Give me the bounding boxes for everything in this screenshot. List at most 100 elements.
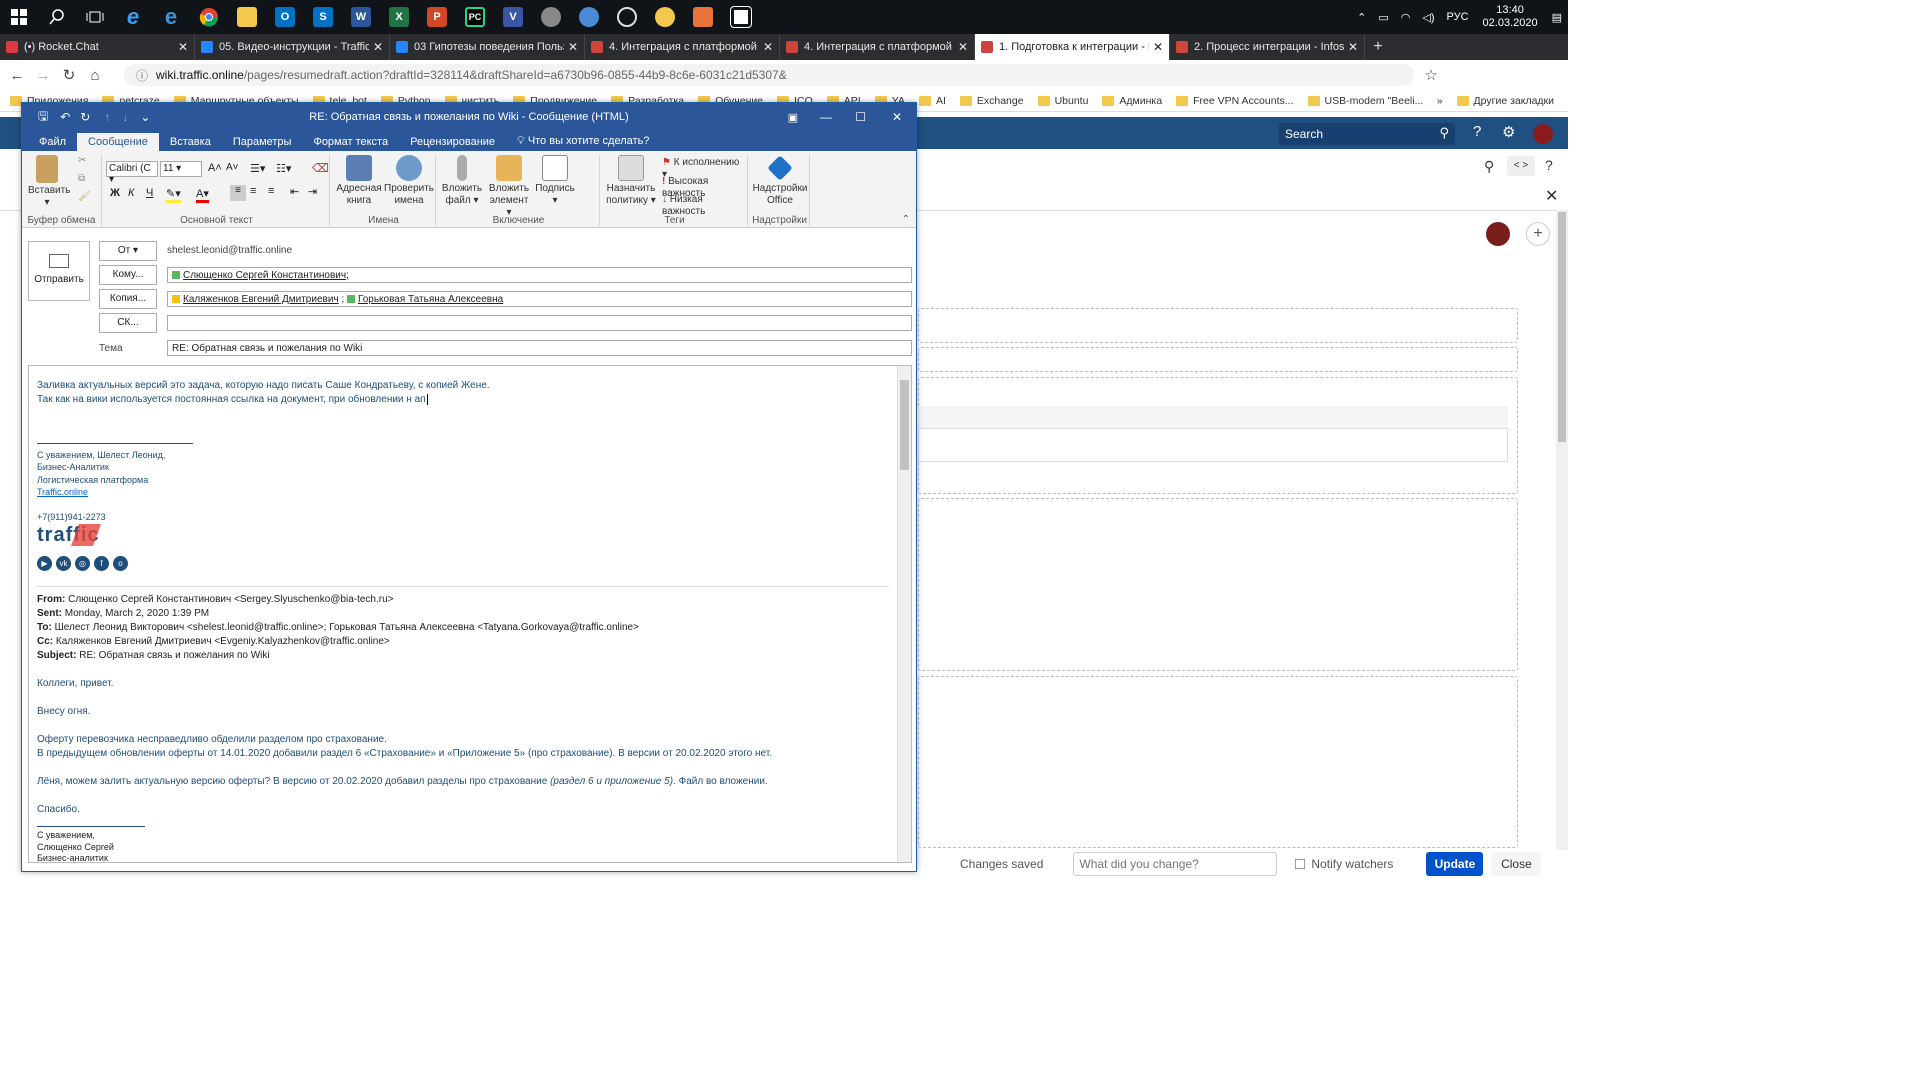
tab-close-icon[interactable]: ✕ — [178, 40, 188, 54]
vk-icon[interactable]: vk — [56, 556, 71, 571]
tab-close-icon[interactable]: ✕ — [373, 40, 383, 54]
from-button[interactable]: От ▾ — [99, 241, 157, 261]
chrome-icon[interactable] — [190, 0, 228, 34]
browser-tab[interactable]: 03 Гипотезы поведения Пользо ✕ — [390, 34, 585, 60]
maximize-icon[interactable]: ☐ — [855, 110, 866, 124]
word-icon[interactable]: W — [342, 0, 380, 34]
clock[interactable]: 13:40 02.03.2020 — [1483, 4, 1538, 30]
assign-policy-button[interactable]: Назначить политику ▾ — [604, 155, 658, 207]
cc-recipient[interactable]: Горьковая Татьяна Алексеевна — [358, 294, 503, 305]
new-tab-icon[interactable]: + — [1365, 34, 1391, 60]
add-collaborator-icon[interactable]: + — [1526, 222, 1550, 246]
to-recipient[interactable]: Слющенко Сергей Константинович; — [183, 270, 349, 281]
bookmark-item[interactable]: AI — [918, 95, 946, 107]
address-book-button[interactable]: Адресная книга — [336, 155, 382, 207]
body-scrollbar[interactable] — [897, 366, 911, 862]
tool-icon[interactable] — [532, 0, 570, 34]
italic-icon[interactable]: К — [128, 187, 134, 199]
attach-file-button[interactable]: Вложить файл ▾ — [440, 155, 484, 207]
undo-icon[interactable]: ↶ — [60, 110, 70, 124]
facebook-icon[interactable]: f — [94, 556, 109, 571]
search-icon[interactable] — [38, 0, 76, 34]
ribbon-tab[interactable]: Сообщение — [77, 133, 159, 151]
ribbon-tab[interactable]: Параметры — [222, 133, 303, 151]
bookmark-item[interactable]: Exchange — [959, 95, 1024, 107]
paste-button[interactable]: Вставить ▾ — [28, 155, 70, 209]
obs-icon[interactable] — [608, 0, 646, 34]
bcc-button[interactable]: СК... — [99, 313, 157, 333]
editor-search-icon[interactable]: ⚲ — [1484, 158, 1494, 175]
signature-link[interactable]: Traffic.online — [37, 487, 88, 497]
underline-icon[interactable]: Ч — [146, 187, 153, 199]
wiki-search-input[interactable]: Search ⚲ — [1279, 123, 1455, 145]
bookmark-star-icon[interactable]: ☆ — [1418, 66, 1444, 84]
redo-icon[interactable]: ↻ — [80, 110, 90, 124]
font-size-select[interactable]: 11 ▾ — [160, 161, 202, 177]
bookmark-item[interactable]: Ubuntu — [1037, 95, 1088, 107]
ribbon-tab[interactable]: Файл — [28, 133, 77, 151]
source-toggle-icon[interactable]: < > — [1507, 156, 1535, 176]
to-button[interactable]: Кому... — [99, 265, 157, 285]
forward-icon[interactable]: → — [30, 67, 56, 84]
scrollbar-thumb[interactable] — [900, 380, 909, 470]
ribbon-tab[interactable]: Рецензирование — [399, 133, 506, 151]
ie-icon[interactable]: e — [114, 0, 152, 34]
editor-help-icon[interactable]: ? — [1545, 157, 1553, 173]
message-body-editor[interactable]: Заливка актуальных версий это задача, ко… — [28, 365, 912, 863]
other-bookmarks[interactable]: Другие закладки — [1456, 95, 1554, 107]
ribbon-tab[interactable]: Вставка — [159, 133, 222, 151]
office-addins-button[interactable]: Надстройки Office — [752, 155, 808, 207]
shrink-font-icon[interactable]: A˅ — [226, 162, 239, 173]
wifi-icon[interactable]: ◠ — [1401, 11, 1411, 24]
windows-start-icon[interactable] — [0, 0, 38, 34]
instagram-icon[interactable]: ◎ — [75, 556, 90, 571]
task-view-icon[interactable] — [76, 0, 114, 34]
browser-tab[interactable]: 05. Видео-инструкции - Traffic - ✕ — [195, 34, 390, 60]
battery-icon[interactable]: ▭ — [1378, 11, 1388, 24]
clear-formatting-icon[interactable]: ⌫ — [312, 161, 329, 175]
down-arrow-icon[interactable]: ↓ — [122, 110, 128, 124]
user-avatar[interactable] — [1533, 124, 1553, 144]
back-icon[interactable]: ← — [4, 67, 30, 84]
skype-icon[interactable]: S — [304, 0, 342, 34]
address-bar[interactable]: ⓘ wiki.traffic.online/pages/resumedraft.… — [124, 64, 1414, 86]
align-left-icon[interactable]: ≡ — [230, 185, 246, 201]
close-panel-icon[interactable]: ✕ — [1545, 186, 1558, 206]
font-name-select[interactable]: Calibri (С ▾ — [106, 161, 158, 185]
bookmark-item[interactable]: USB-modem "Beeli... — [1307, 95, 1423, 107]
edge-icon[interactable]: e — [152, 0, 190, 34]
save-icon[interactable]: 🖫 — [38, 107, 48, 128]
highlight-icon[interactable]: ✎▾ — [166, 187, 181, 203]
browser-tab[interactable]: 1. Подготовка к интеграции - In ✕ — [975, 34, 1170, 60]
chevron-up-icon[interactable]: ⌃ — [1357, 11, 1366, 24]
reload-icon[interactable]: ↻ — [56, 66, 82, 84]
close-button[interactable]: Close — [1491, 852, 1542, 876]
bcc-field[interactable] — [167, 315, 912, 331]
home-icon[interactable]: ⌂ — [82, 67, 108, 84]
copy-icon[interactable]: ⧉ — [78, 173, 85, 185]
language-indicator[interactable]: РУС — [1447, 11, 1469, 23]
update-button[interactable]: Update — [1426, 852, 1484, 876]
bookmark-item[interactable]: Free VPN Accounts... — [1176, 95, 1294, 107]
collapse-ribbon-icon[interactable]: ⌃ — [902, 214, 910, 225]
pycharm-icon[interactable]: PC — [456, 0, 494, 34]
align-right-icon[interactable]: ≡ — [268, 185, 274, 197]
change-comment-input[interactable] — [1073, 852, 1278, 876]
cc-field[interactable]: Каляженков Евгений Дмитриевич ; Горькова… — [167, 291, 912, 307]
up-arrow-icon[interactable]: ↑ — [104, 110, 110, 124]
volume-icon[interactable]: ◁) — [1422, 11, 1434, 24]
subject-field[interactable]: RE: Обратная связь и пожелания по Wiki — [167, 340, 912, 356]
bold-icon[interactable]: Ж — [110, 187, 120, 199]
odnoklassniki-icon[interactable]: o — [113, 556, 128, 571]
format-painter-icon[interactable]: 🖌︎ — [78, 191, 91, 203]
tab-close-icon[interactable]: ✕ — [1348, 40, 1358, 54]
browser-tab[interactable]: 2. Процесс интеграции - Infosp ✕ — [1170, 34, 1365, 60]
settings-gear-icon[interactable]: ⚙ — [1502, 123, 1515, 141]
browser-tab[interactable]: 4. Интеграция с платформой Тр ✕ — [780, 34, 975, 60]
cc-button[interactable]: Копия... — [99, 289, 157, 309]
ribbon-display-icon[interactable]: ▣ — [788, 111, 798, 124]
browser-tab[interactable]: 4. Интеграция с платформой Тр ✕ — [585, 34, 780, 60]
explorer-icon[interactable] — [228, 0, 266, 34]
bookmark-item[interactable]: Админка — [1102, 95, 1162, 107]
cursor-icon[interactable] — [646, 0, 684, 34]
